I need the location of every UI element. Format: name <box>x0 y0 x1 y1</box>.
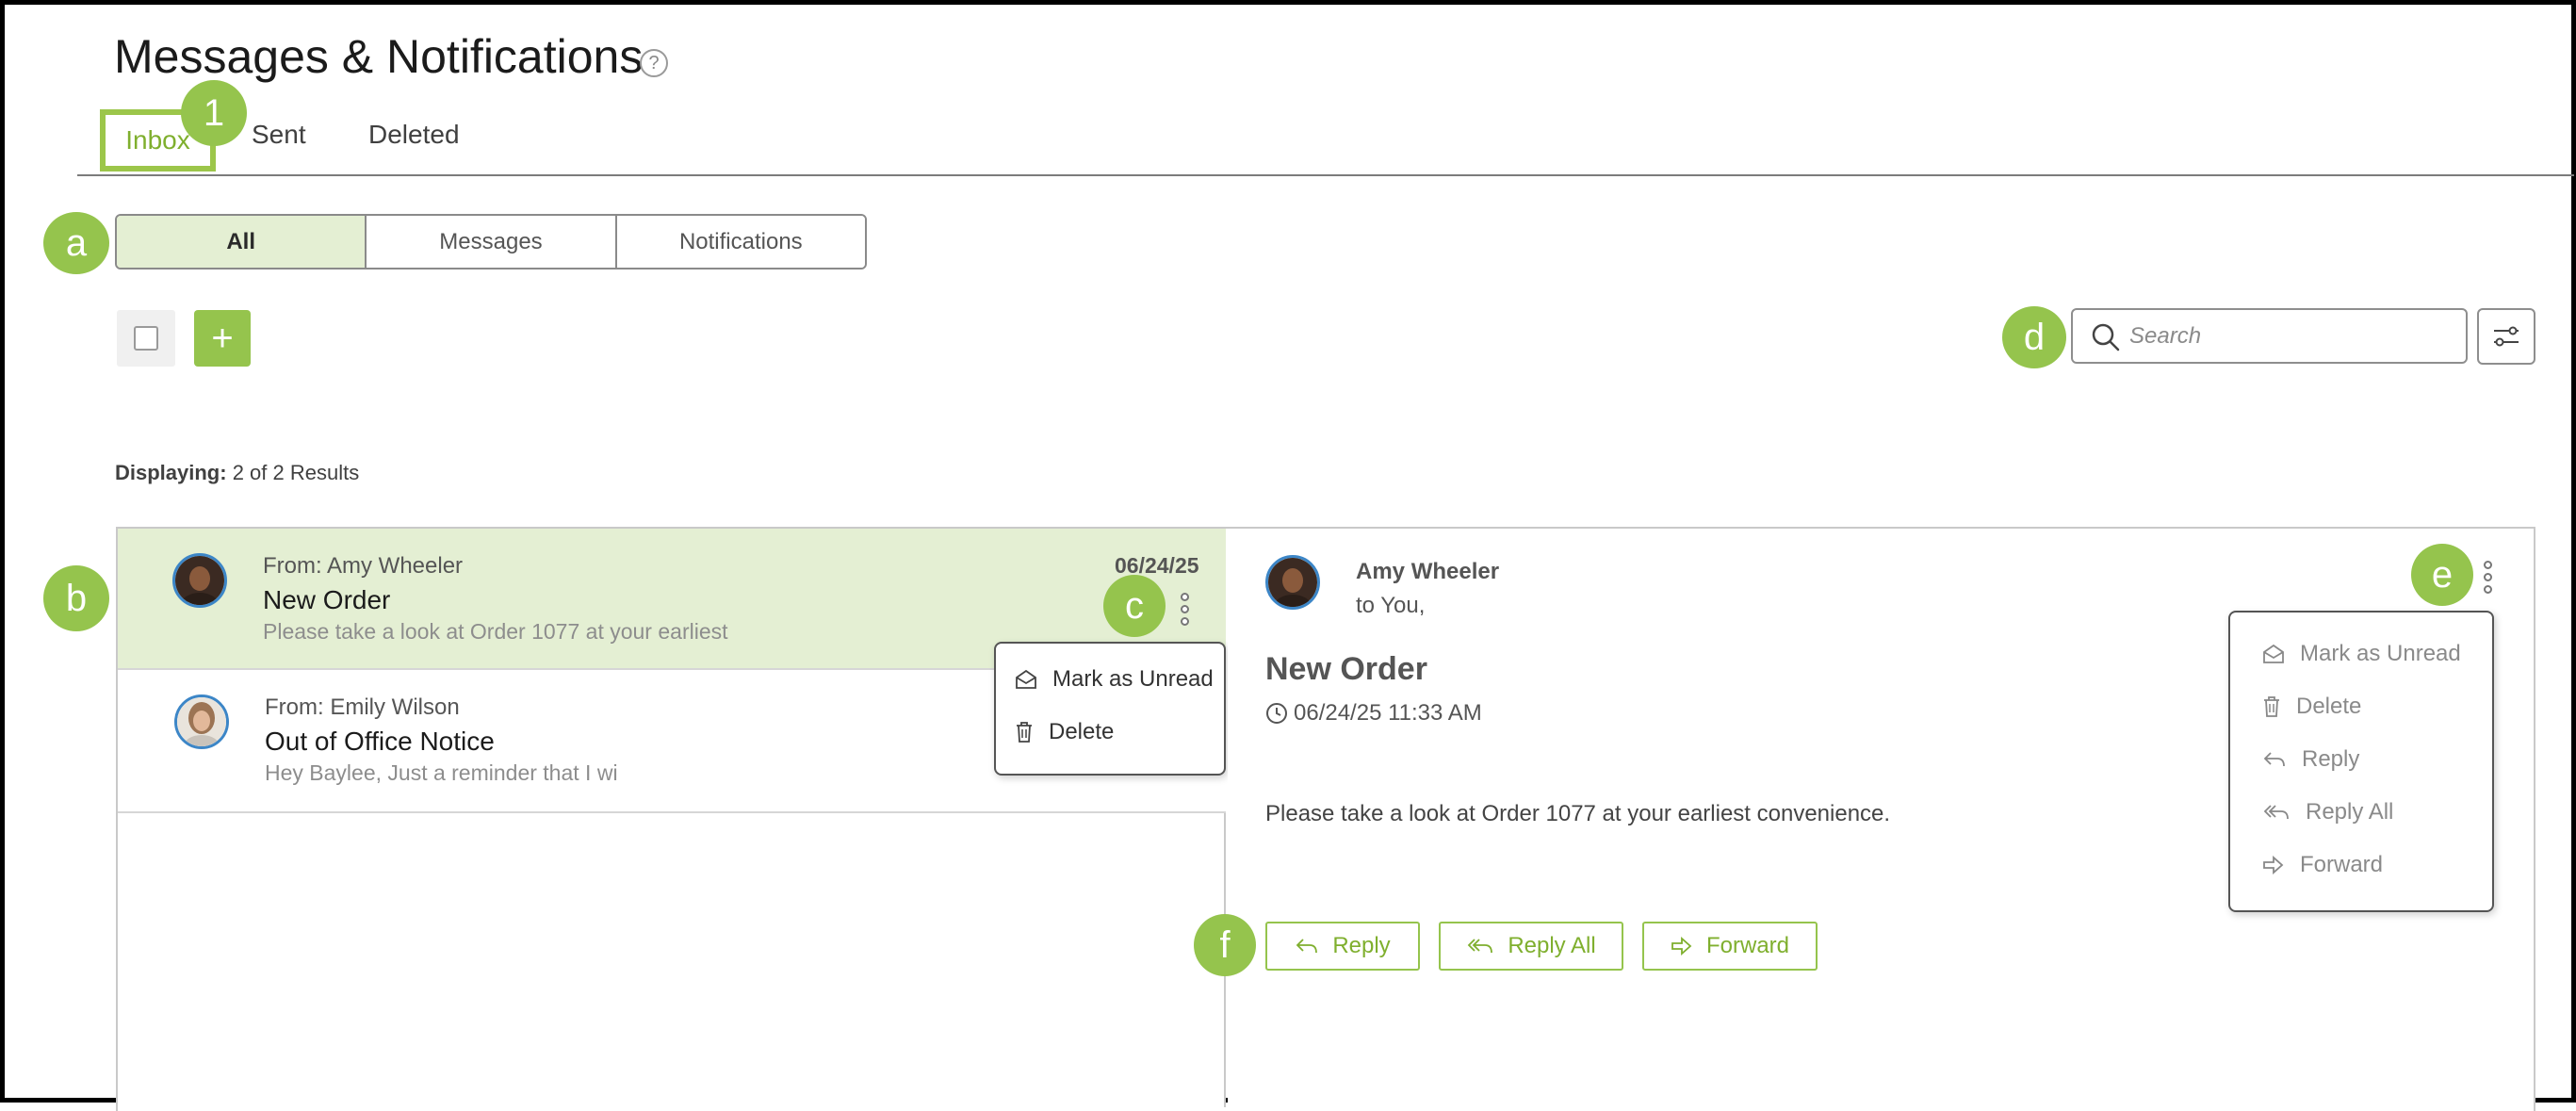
detail-menu-reply-all[interactable]: Reply All <box>2262 799 2393 825</box>
avatar-emily-icon <box>177 697 226 746</box>
detail-avatar <box>1265 555 1320 610</box>
search-icon <box>2092 323 2120 351</box>
message-list: From: Amy Wheeler New Order Please take … <box>118 529 1226 1107</box>
message-preview: Please take a look at Order 1077 at your… <box>263 619 728 644</box>
filter-all[interactable]: All <box>117 216 367 268</box>
trash-icon <box>1017 722 1032 743</box>
sliders-icon <box>2494 326 2519 347</box>
reply-button[interactable]: Reply <box>1265 922 1420 971</box>
filter-settings-button[interactable] <box>2477 308 2535 365</box>
avatar <box>172 553 227 608</box>
row-menu-delete[interactable]: Delete <box>1015 719 1114 745</box>
callout-badge-detail-menu: e <box>2411 544 2473 606</box>
message-from: From: Amy Wheeler <box>263 553 464 579</box>
detail-menu-reply[interactable]: Reply <box>2262 746 2359 773</box>
page-title: Messages & Notifications <box>114 30 644 83</box>
detail-menu-mark-unread[interactable]: Mark as Unread <box>2262 641 2461 667</box>
clock-icon <box>1266 703 1287 724</box>
row-more-options-icon[interactable] <box>1179 593 1190 626</box>
results-count: Displaying: 2 of 2 Results <box>115 461 359 485</box>
detail-datetime-text: 06/24/25 11:33 AM <box>1294 700 1482 726</box>
callout-badge-actions: f <box>1194 914 1256 976</box>
detail-more-options-icon[interactable] <box>2482 561 2493 594</box>
message-from: From: Emily Wilson <box>265 694 460 720</box>
callout-badge-search: d <box>2002 306 2066 368</box>
envelope-open-icon <box>2263 644 2284 663</box>
help-icon[interactable]: ? <box>640 49 668 77</box>
filter-notifications[interactable]: Notifications <box>616 216 865 268</box>
forward-icon <box>1671 937 1692 956</box>
detail-datetime: 06/24/25 11:33 AM <box>1265 700 1482 727</box>
menu-item-label: Delete <box>1049 719 1115 744</box>
filter-messages[interactable]: Messages <box>367 216 617 268</box>
callout-badge-list: b <box>43 565 109 631</box>
checkbox-box <box>134 326 158 351</box>
message-preview: Hey Baylee, Just a reminder that I wi <box>265 760 618 785</box>
menu-item-label: Mark as Unread <box>1052 666 1214 692</box>
search-field <box>2071 308 2468 364</box>
detail-menu-delete[interactable]: Delete <box>2262 694 2361 720</box>
reply-all-button[interactable]: Reply All <box>1439 922 1623 971</box>
callout-badge-row-menu: c <box>1103 575 1166 637</box>
tab-sent[interactable]: Sent <box>252 120 306 150</box>
results-label: Displaying: <box>115 461 227 484</box>
detail-body: Please take a look at Order 1077 at your… <box>1265 801 1891 826</box>
new-message-button[interactable]: + <box>194 310 251 367</box>
row-context-menu: Mark as Unread Delete <box>994 642 1226 776</box>
reply-all-icon <box>1468 939 1493 954</box>
detail-context-menu: Mark as Unread Delete Reply Reply All Fo… <box>2228 611 2494 912</box>
detail-menu-forward[interactable]: Forward <box>2262 852 2383 878</box>
callout-badge-tab: 1 <box>181 80 247 146</box>
avatar-amy-icon <box>175 556 224 605</box>
detail-recipient: to You, <box>1356 593 1426 618</box>
row-menu-mark-unread[interactable]: Mark as Unread <box>1015 666 1214 693</box>
forward-icon <box>2263 856 2284 874</box>
avatar <box>174 694 229 749</box>
reply-all-button-label: Reply All <box>1508 933 1596 958</box>
menu-item-label: Delete <box>2296 694 2362 719</box>
tabs-divider <box>77 174 2574 176</box>
search-input[interactable] <box>2128 321 2448 351</box>
tab-deleted[interactable]: Deleted <box>368 120 460 150</box>
filter-segmented-control: All Messages Notifications <box>115 214 867 270</box>
callout-badge-filter: a <box>43 212 109 274</box>
reply-icon <box>2263 752 2285 767</box>
forward-button[interactable]: Forward <box>1642 922 1818 971</box>
message-subject: Out of Office Notice <box>265 727 495 756</box>
envelope-open-icon <box>1016 669 1036 689</box>
detail-subject: New Order <box>1265 651 1427 687</box>
menu-item-label: Reply <box>2302 746 2360 772</box>
trash-icon <box>2264 696 2279 717</box>
menu-item-label: Reply All <box>2306 799 2394 825</box>
reply-all-icon <box>2263 805 2289 820</box>
detail-sender: Amy Wheeler <box>1356 559 1500 584</box>
reply-icon <box>1296 939 1318 954</box>
forward-button-label: Forward <box>1705 933 1790 958</box>
menu-item-label: Mark as Unread <box>2300 641 2461 666</box>
reply-button-label: Reply <box>1332 933 1391 958</box>
avatar-amy-icon <box>1268 558 1317 607</box>
results-value: 2 of 2 Results <box>232 461 360 484</box>
message-subject: New Order <box>263 585 391 614</box>
select-all-checkbox[interactable] <box>117 310 175 367</box>
screenshot-frame: Messages & Notifications ? Inbox Sent De… <box>0 0 2576 1111</box>
menu-item-label: Forward <box>2300 852 2384 877</box>
